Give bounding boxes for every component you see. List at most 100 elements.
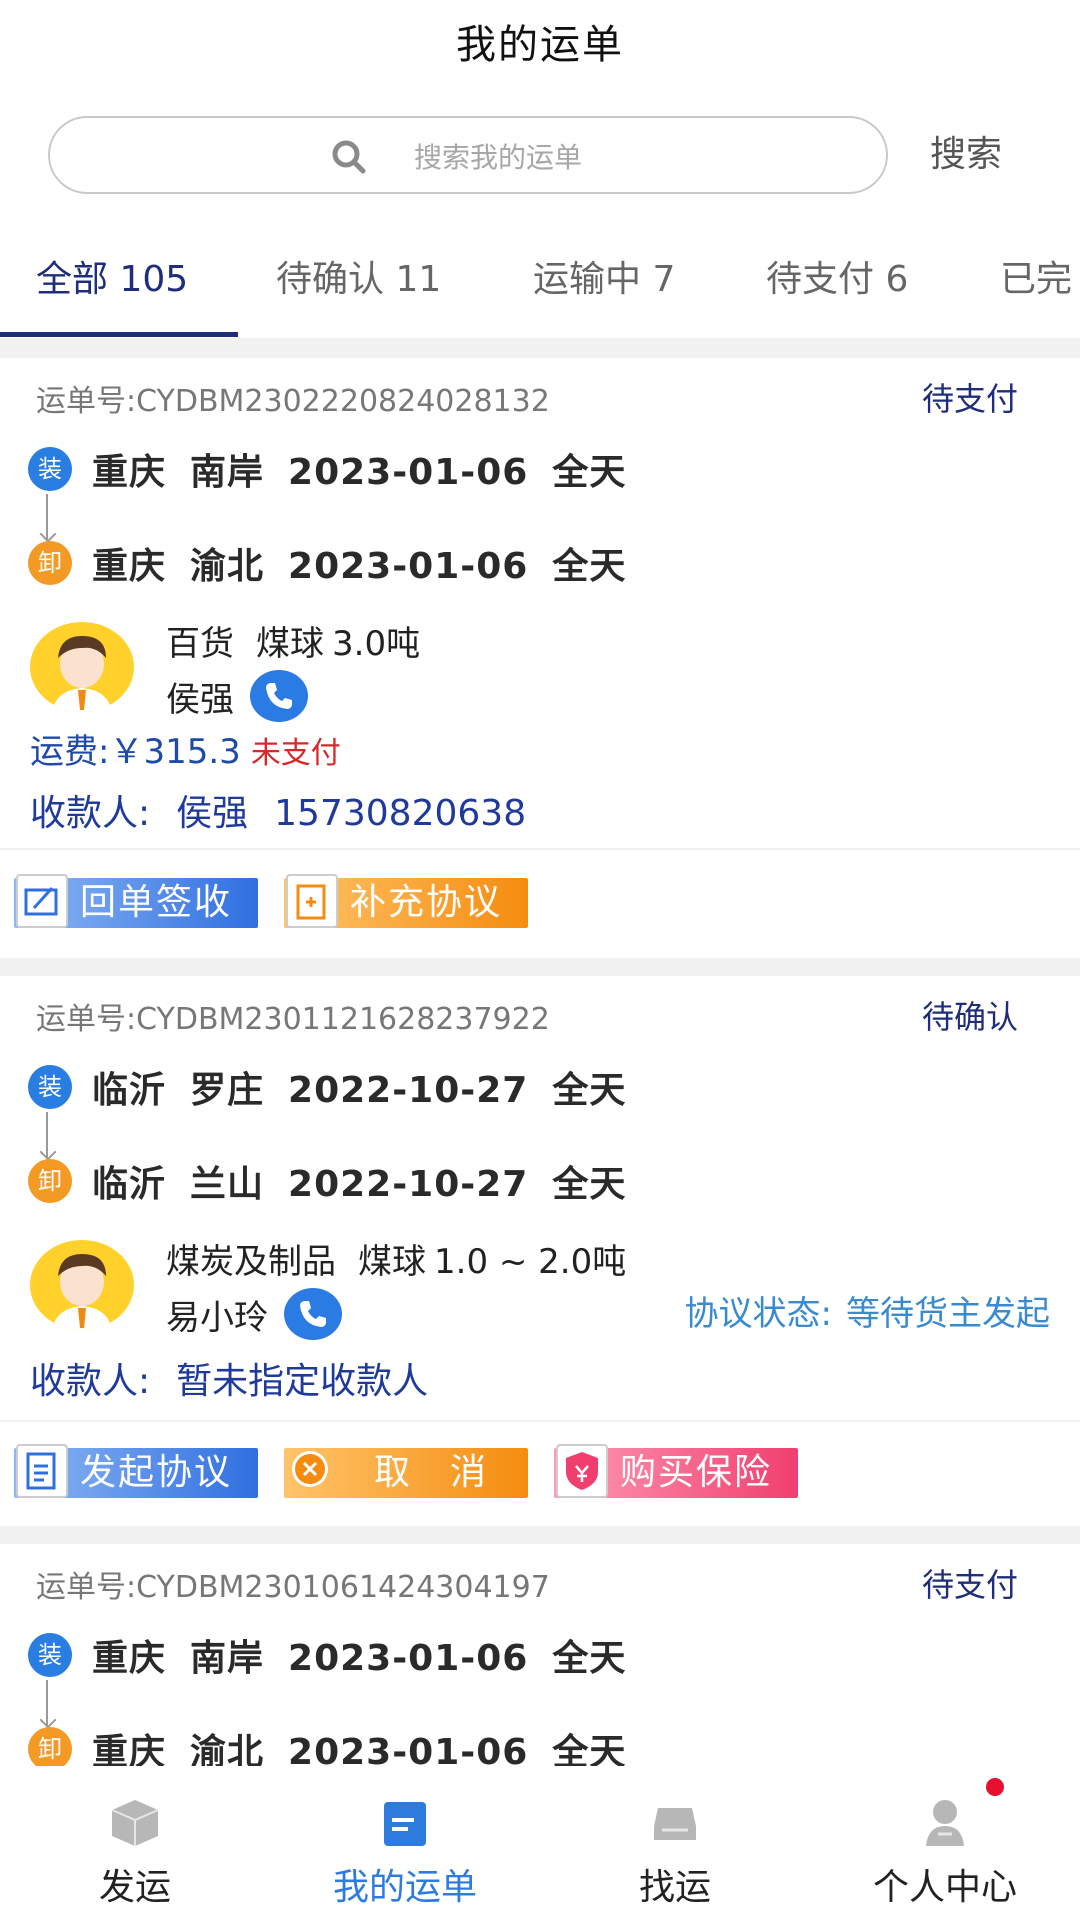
load-route-text: 重庆 南岸 2023-01-06 全天 [92,443,650,495]
payee-row: 收款人: 侯强 15730820638 [30,784,552,836]
order-card[interactable]: 运单号:CYDBM2302220824028132 待支付 装 重庆 南岸 2023… [0,358,1080,958]
load-route: 装 重庆 南岸 2023-01-06 全天 [28,444,650,494]
unload-time: 全天 [552,1732,627,1766]
contact-row: 易小玲 [166,1288,342,1340]
goods-amount: 1.0 ~ 2.0吨 [434,1242,627,1282]
initiate-agreement-button[interactable]: 发起协议 [14,1444,258,1498]
cancel-button[interactable]: 取 消 [284,1448,528,1498]
nav-my-waybills[interactable]: 我的运单 [270,1766,540,1920]
nav-label: 发运 [98,1867,171,1908]
section-gap [0,958,1080,976]
tab-all[interactable]: 全部 105 [36,250,188,310]
unload-route-text: 重庆 渝北 2023-01-06 全天 [92,537,650,589]
payee-label: 收款人: [30,1361,151,1402]
unload-date: 2023-01-06 [288,1732,529,1766]
unload-district: 渝北 [190,546,265,587]
unload-badge: 卸 [28,541,72,585]
buy-insurance-button[interactable]: 购买保险 [554,1444,798,1498]
load-date: 2023-01-06 [288,1638,529,1679]
unload-time: 全天 [552,1164,627,1205]
button-label: 回单签收 [80,882,233,923]
payee-row: 收款人: 暂未指定收款人 [30,1352,454,1404]
route-connector [46,494,60,540]
unload-route-text: 临沂 兰山 2022-10-27 全天 [92,1155,650,1207]
route-connector [46,1680,60,1726]
load-district: 罗庄 [190,1070,265,1111]
load-time: 全天 [552,1638,627,1679]
nav-find-shipments[interactable]: 找运 [540,1766,810,1920]
order-status: 待确认 [921,998,1018,1036]
order-card[interactable]: 运单号:CYDBM2301061424304197 待支付 装 重庆 南岸 2023… [0,1544,1080,1766]
nav-label: 个人中心 [872,1867,1017,1908]
fee-label: 运费: [30,732,110,772]
nav-label: 我的运单 [332,1867,477,1908]
tab-completed[interactable]: 已完 [1000,250,1072,310]
load-route: 装 临沂 罗庄 2022-10-27 全天 [28,1062,650,1112]
unload-route-text: 重庆 渝北 2023-01-06 全天 [92,1723,650,1766]
box-icon [111,1800,159,1846]
avatar [30,622,134,712]
waybill-icon [384,1802,426,1846]
order-number: 运单号:CYDBM2301121628237922 [36,1002,550,1037]
search-input[interactable] [390,130,840,184]
contact-name: 易小玲 [166,1297,268,1338]
load-badge: 装 [28,447,72,491]
button-label: 购买保险 [620,1452,773,1493]
load-date: 2022-10-27 [288,1070,529,1111]
load-route-text: 重庆 南岸 2023-01-06 全天 [92,1629,650,1681]
load-city: 重庆 [92,1638,167,1679]
unload-district: 渝北 [190,1732,265,1766]
fee-amount: ￥315.3 [109,732,241,772]
goods-category: 百货 [166,624,234,664]
unload-city: 临沂 [92,1164,167,1205]
nav-profile[interactable]: 个人中心 [810,1766,1080,1920]
receipt-sign-button[interactable]: 回单签收 [14,874,258,928]
freight-fee: 运费:￥315.3 未支付 [30,724,341,773]
agreement-status-value: 等待货主发起 [846,1294,1050,1334]
unload-route: 卸 临沂 兰山 2022-10-27 全天 [28,1156,650,1206]
agreement-status-label: 协议状态: [684,1294,832,1334]
phone-call-button[interactable] [250,670,308,722]
goods-amount: 3.0吨 [332,624,421,664]
divider [0,1420,1080,1422]
profile-icon [926,1800,964,1846]
notification-dot [986,1778,1004,1796]
button-label: 补充协议 [350,882,503,923]
unload-route: 卸 重庆 渝北 2023-01-06 全天 [28,1724,650,1766]
payee-phone: 15730820638 [274,793,527,834]
order-status: 待支付 [921,1566,1018,1604]
load-city: 重庆 [92,452,167,493]
bottom-nav: 发运 我的运单 找运 个人中心 [0,1766,1080,1920]
search-row: 搜索 [0,116,1080,196]
unload-date: 2023-01-06 [288,546,529,587]
load-time: 全天 [552,1070,627,1111]
goods-info: 煤炭及制品 煤球 1.0 ~ 2.0吨 [166,1234,648,1283]
document-icon [16,1444,68,1498]
nav-label: 找运 [638,1867,711,1908]
payment-status: 未支付 [250,736,341,771]
order-card[interactable]: 运单号:CYDBM2301121628237922 待确认 装 临沂 罗庄 2022… [0,976,1080,1526]
section-gap [0,1526,1080,1544]
search-icon [332,140,366,174]
unload-date: 2022-10-27 [288,1164,529,1205]
load-time: 全天 [552,452,627,493]
load-date: 2023-01-06 [288,452,529,493]
search-button[interactable]: 搜索 [930,116,1002,194]
load-district: 南岸 [190,1638,265,1679]
phone-call-button[interactable] [284,1288,342,1340]
supplement-agreement-button[interactable]: 补充协议 [284,874,528,928]
tab-in-transit[interactable]: 运输中 7 [533,250,675,310]
supplement-agreement-icon [286,874,338,928]
load-badge: 装 [28,1065,72,1109]
search-box[interactable] [48,116,888,194]
receipt-sign-icon [16,874,68,928]
tab-pending-confirm[interactable]: 待确认 11 [276,250,441,310]
agreement-status: 协议状态: 等待货主发起 [685,1286,1050,1335]
payee-label: 收款人: [30,793,151,834]
page-title: 我的运单 [456,22,624,68]
nav-ship[interactable]: 发运 [0,1766,270,1920]
order-number: 运单号:CYDBM2301061424304197 [36,1570,550,1605]
truck-icon [654,1808,696,1840]
tab-pending-payment[interactable]: 待支付 6 [766,250,908,310]
phone-icon [266,683,292,709]
